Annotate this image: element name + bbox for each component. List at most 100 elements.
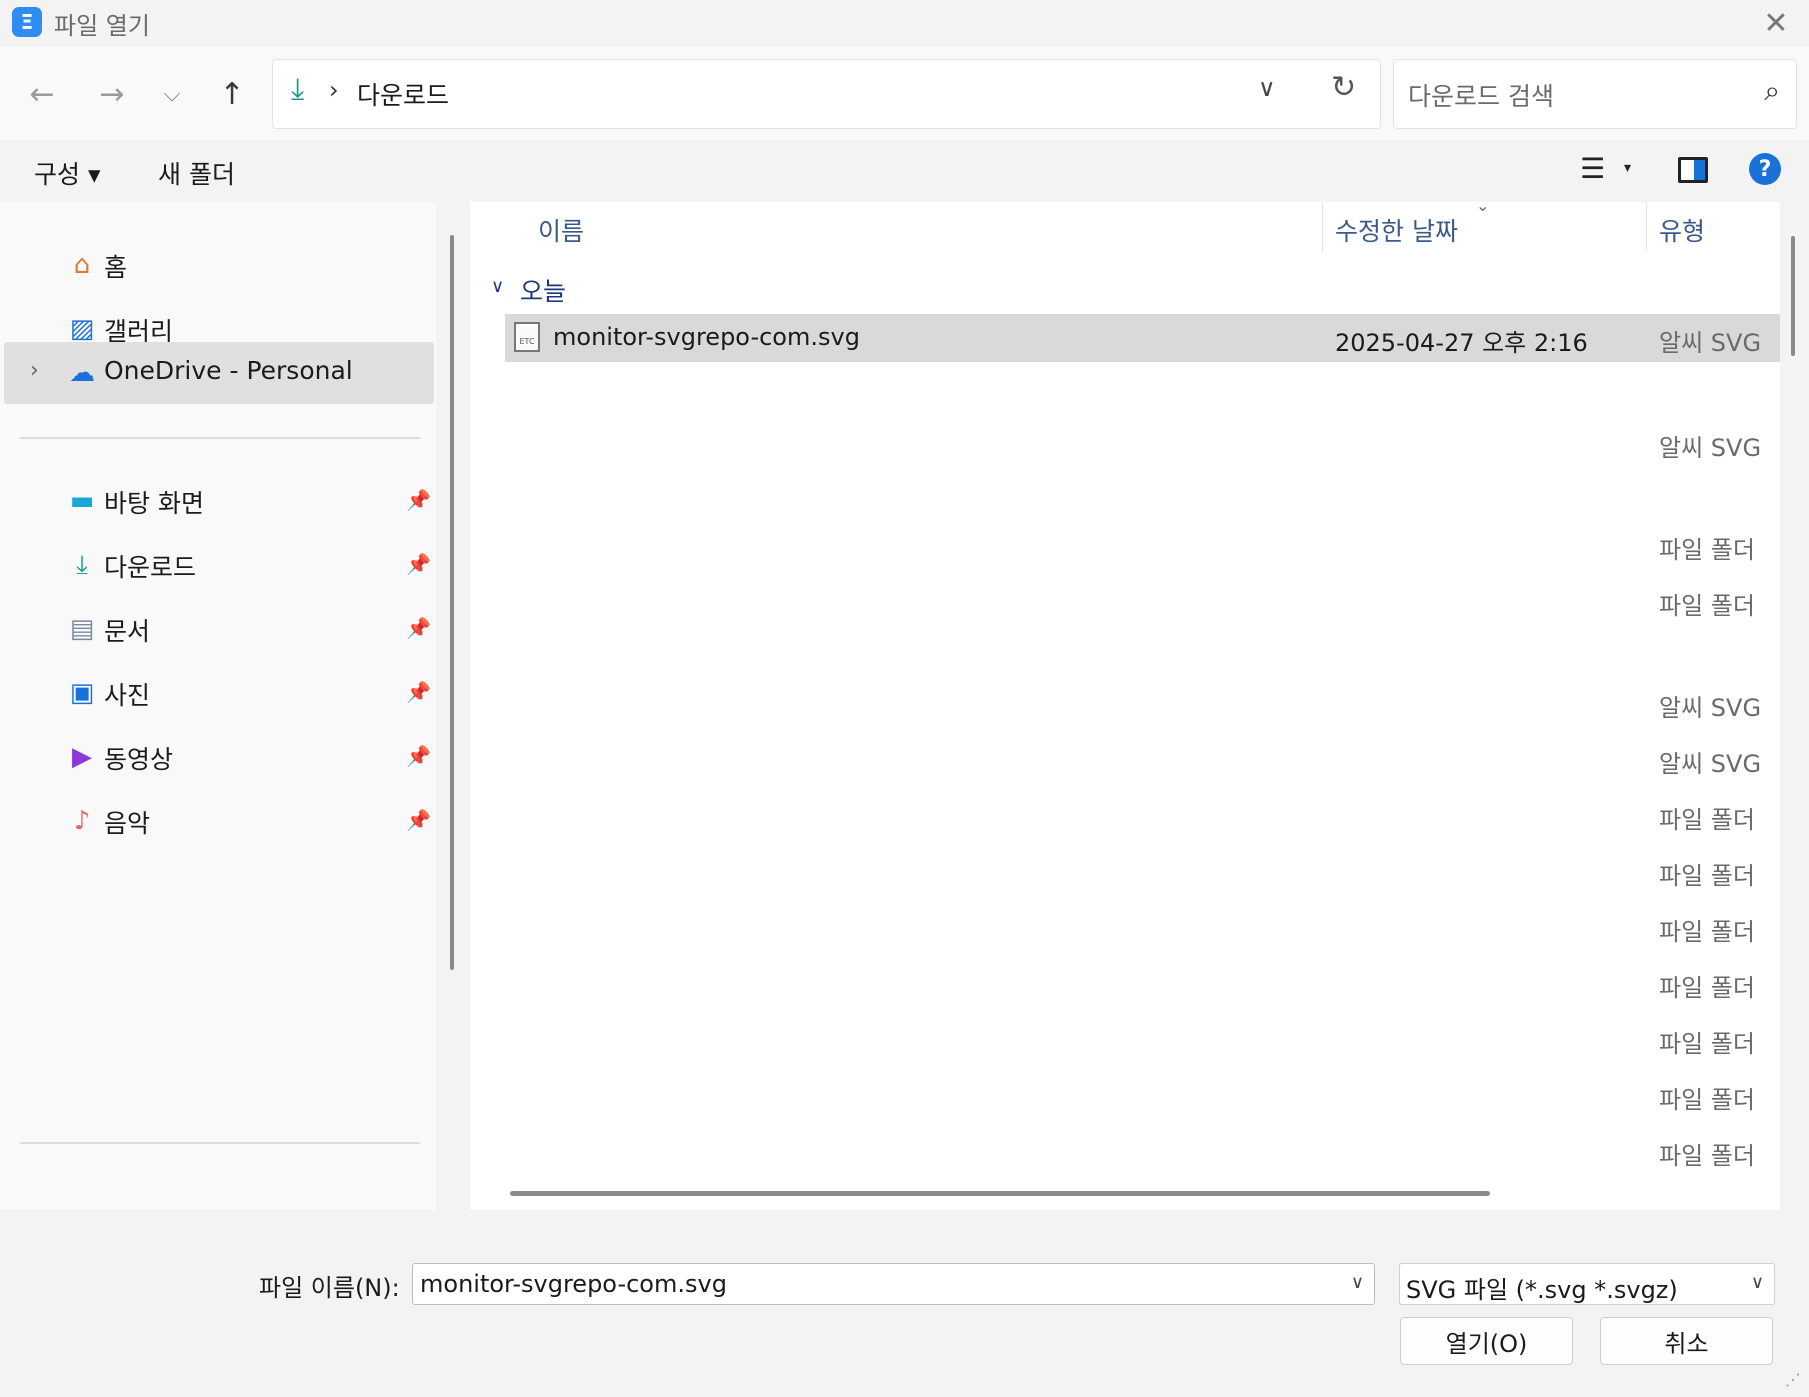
arrow-up-icon: ↑: [219, 76, 245, 112]
chevron-down-icon[interactable]: ∨: [1751, 1272, 1764, 1293]
sidebar-item-downloads[interactable]: ⤓ 다운로드 📌: [0, 534, 436, 596]
sidebar-item-label: 바탕 화면: [104, 489, 204, 518]
open-button[interactable]: 열기(O): [1400, 1317, 1573, 1365]
close-icon: ✕: [1763, 5, 1789, 41]
forward-button[interactable]: →: [90, 72, 134, 116]
column-header-type[interactable]: 유형: [1659, 212, 1705, 248]
file-icon: ETC: [514, 322, 540, 352]
filename-value[interactable]: monitor-svgrepo-com.svg: [420, 1270, 727, 1298]
arrow-left-icon: ←: [29, 76, 55, 112]
pictures-icon: ▣: [69, 678, 95, 708]
onedrive-cloud-icon: ☁: [69, 358, 95, 388]
file-type: 파일 폴더: [1659, 536, 1755, 564]
sidebar-item-music[interactable]: ♪ 음악 📌: [0, 790, 436, 852]
search-icon[interactable]: ⌕: [1764, 74, 1780, 108]
sidebar-item-home[interactable]: ⌂ 홈: [0, 234, 436, 296]
help-icon: ?: [1758, 156, 1772, 182]
pin-icon[interactable]: 📌: [406, 488, 431, 512]
videos-icon: ▶: [72, 742, 92, 772]
sort-descending-icon: ⌄: [1476, 196, 1490, 215]
sidebar-item-label: OneDrive - Personal: [104, 356, 353, 385]
sidebar-item-desktop[interactable]: ▬ 바탕 화면 📌: [0, 470, 436, 532]
pin-icon[interactable]: 📌: [406, 680, 431, 704]
column-separator[interactable]: [1646, 202, 1647, 252]
pin-icon[interactable]: 📌: [406, 616, 431, 640]
file-name[interactable]: monitor-svgrepo-com.svg: [553, 323, 860, 351]
file-list-horizontal-scrollbar[interactable]: [510, 1191, 1490, 1196]
column-header-modified[interactable]: 수정한 날짜: [1335, 212, 1458, 248]
window-title: 파일 열기: [54, 12, 150, 40]
up-button[interactable]: ↑: [210, 72, 254, 116]
sidebar-item-label: 홈: [104, 253, 128, 282]
resize-grip-icon[interactable]: ⋰: [1785, 1370, 1801, 1389]
expand-chevron-icon[interactable]: ›: [30, 358, 39, 383]
chevron-down-icon: ⌵: [163, 81, 181, 107]
file-type: 파일 폴더: [1659, 918, 1755, 946]
file-list-vertical-scrollbar[interactable]: [1791, 236, 1795, 356]
pin-icon[interactable]: 📌: [406, 744, 431, 768]
refresh-icon: ↻: [1331, 70, 1357, 105]
chevron-down-icon: ∨: [1258, 74, 1276, 102]
command-bar: [0, 140, 1809, 202]
chevron-down-icon[interactable]: ∨: [1351, 1272, 1364, 1293]
sidebar-item-documents[interactable]: ▤ 문서 📌: [0, 598, 436, 660]
home-icon: ⌂: [73, 250, 91, 280]
filename-input[interactable]: monitor-svgrepo-com.svg ∨: [412, 1263, 1375, 1305]
back-button[interactable]: ←: [20, 72, 64, 116]
sidebar-item-label: 다운로드: [104, 553, 197, 582]
help-button[interactable]: ?: [1749, 153, 1781, 185]
sidebar-item-pictures[interactable]: ▣ 사진 📌: [0, 662, 436, 724]
download-icon: ⤓: [76, 549, 88, 580]
close-button[interactable]: ✕: [1757, 4, 1795, 42]
sidebar-scrollbar[interactable]: [450, 235, 454, 970]
sidebar-item-label: 사진: [104, 681, 151, 710]
group-collapse-icon[interactable]: ∨: [491, 276, 504, 297]
download-icon: ⤓: [291, 72, 305, 107]
sidebar-divider: [20, 437, 420, 439]
pin-icon[interactable]: 📌: [406, 808, 431, 832]
new-folder-button[interactable]: 새 폴더: [158, 155, 235, 191]
file-type: 파일 폴더: [1659, 974, 1755, 1002]
sidebar-item-videos[interactable]: ▶ 동영상 📌: [0, 726, 436, 788]
desktop-icon: ▬: [69, 486, 95, 516]
file-type: 알씨 SVG 파일: [1659, 329, 1767, 357]
column-header-name[interactable]: 이름: [538, 212, 584, 248]
arrow-right-icon: →: [99, 76, 125, 112]
search-box[interactable]: 다운로드 검색 ⌕: [1393, 59, 1797, 129]
documents-icon: ▤: [69, 614, 95, 644]
sidebar-item-onedrive[interactable]: › ☁ OneDrive - Personal: [4, 342, 434, 404]
file-type: 파일 폴더: [1659, 806, 1755, 834]
file-type: 파일 폴더: [1659, 1030, 1755, 1058]
column-separator[interactable]: [1322, 202, 1323, 252]
search-placeholder[interactable]: 다운로드 검색: [1408, 77, 1554, 113]
file-type: 파일 폴더: [1659, 592, 1755, 620]
pin-icon[interactable]: 📌: [406, 552, 431, 576]
refresh-button[interactable]: ↻: [1331, 70, 1356, 105]
file-type-filter-select[interactable]: SVG 파일 (*.svg *.svgz) ∨: [1399, 1263, 1775, 1305]
address-bar[interactable]: ⤓ › 다운로드 ∨ ↻: [272, 59, 1381, 129]
file-type: 알씨 SVG 파일: [1659, 750, 1767, 778]
group-header-today[interactable]: 오늘: [520, 272, 566, 308]
file-type: 파일 폴더: [1659, 1142, 1755, 1170]
preview-pane-button[interactable]: [1678, 157, 1708, 183]
file-type: 파일 폴더: [1659, 1086, 1755, 1114]
breadcrumb-location[interactable]: 다운로드: [357, 76, 449, 112]
music-icon: ♪: [73, 806, 91, 836]
file-modified: 2025-04-27 오후 2:16: [1335, 329, 1588, 357]
view-options-button[interactable]: ☰: [1580, 152, 1605, 185]
list-view-icon: ☰: [1580, 152, 1606, 185]
breadcrumb-separator: ›: [329, 76, 339, 104]
file-type: 알씨 SVG 파일: [1659, 694, 1767, 722]
view-options-caret-icon[interactable]: ▾: [1624, 160, 1631, 176]
address-history-dropdown[interactable]: ∨: [1258, 74, 1276, 102]
gallery-icon: ▨: [69, 314, 95, 344]
sidebar-item-label: 문서: [104, 617, 151, 646]
file-type: 파일 폴더: [1659, 862, 1755, 890]
recent-locations-button[interactable]: ⌵: [150, 72, 194, 116]
filename-label: 파일 이름(N):: [259, 1274, 400, 1302]
navigation-pane: ⌂ 홈 ▨ 갤러리 › ☁ OneDrive - Personal ▬ 바탕 화…: [0, 202, 436, 1210]
title-bar: [0, 0, 1809, 46]
cancel-button[interactable]: 취소: [1600, 1317, 1773, 1365]
sidebar-divider: [20, 1142, 420, 1144]
organize-button[interactable]: 구성 ▾: [34, 155, 101, 191]
